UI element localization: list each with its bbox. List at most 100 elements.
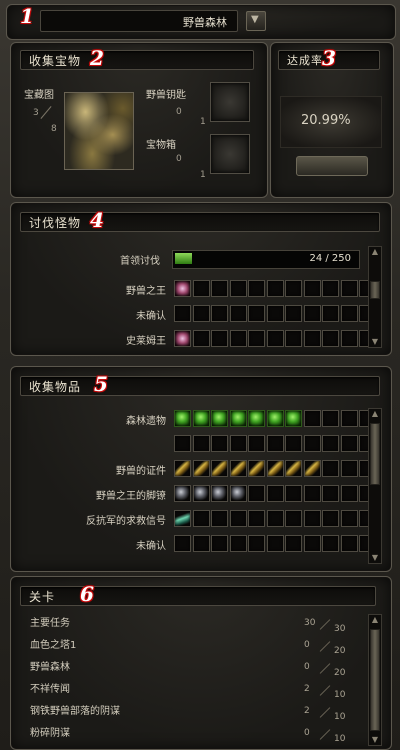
monster-slot[interactable] [285, 330, 302, 347]
monster-slot[interactable] [322, 305, 339, 322]
item-slot[interactable] [266, 510, 284, 527]
item-slot[interactable] [303, 410, 321, 427]
monster-slot[interactable] [340, 280, 358, 297]
scroll-up-icon[interactable]: ▲ [369, 615, 381, 625]
stage-label[interactable]: 血色之塔1 [30, 636, 76, 651]
monster-slot[interactable] [174, 280, 191, 297]
item-slot[interactable] [285, 410, 302, 427]
items-scroll-thumb[interactable] [370, 423, 380, 485]
location-select[interactable]: 野兽森林 [40, 10, 238, 32]
item-slot[interactable] [192, 410, 210, 427]
item-slot[interactable] [248, 410, 265, 427]
item-slot[interactable] [340, 410, 358, 427]
item-slot[interactable] [285, 535, 302, 552]
monster-slot[interactable] [229, 280, 247, 297]
monster-slot[interactable] [192, 330, 210, 347]
stage-label[interactable]: 不祥传闻 [30, 680, 70, 695]
item-slot[interactable] [192, 485, 210, 502]
item-slot[interactable] [174, 485, 191, 502]
monster-slot[interactable] [266, 280, 284, 297]
monster-slot[interactable] [248, 330, 265, 347]
item-slot[interactable] [211, 410, 228, 427]
scroll-down-icon[interactable]: ▼ [369, 337, 381, 347]
item-slot[interactable] [285, 510, 302, 527]
item-slot[interactable] [174, 510, 191, 527]
monster-slot[interactable] [285, 305, 302, 322]
scroll-down-icon[interactable]: ▼ [369, 735, 381, 745]
item-slot[interactable] [340, 435, 358, 452]
item-slot[interactable] [322, 460, 339, 477]
item-slot[interactable] [192, 535, 210, 552]
item-slot[interactable] [229, 535, 247, 552]
stage-label[interactable]: 钢铁野兽部落的阴谋 [30, 702, 120, 717]
item-slot[interactable] [248, 460, 265, 477]
item-slot[interactable] [285, 460, 302, 477]
item-slot[interactable] [340, 460, 358, 477]
monster-slot[interactable] [303, 280, 321, 297]
scroll-up-icon[interactable]: ▲ [369, 247, 381, 257]
item-slot[interactable] [192, 435, 210, 452]
item-slot[interactable] [229, 435, 247, 452]
monster-slot[interactable] [211, 305, 228, 322]
item-slot[interactable] [211, 535, 228, 552]
monster-slot[interactable] [229, 305, 247, 322]
stage-label[interactable]: 主要任务 [30, 614, 70, 629]
scroll-up-icon[interactable]: ▲ [369, 409, 381, 419]
item-slot[interactable] [174, 435, 191, 452]
items-scrollbar[interactable]: ▲ ▼ [368, 408, 382, 564]
item-slot[interactable] [285, 435, 302, 452]
hunt-scrollbar[interactable]: ▲ ▼ [368, 246, 382, 348]
monster-slot[interactable] [248, 280, 265, 297]
monster-slot[interactable] [340, 305, 358, 322]
scroll-down-icon[interactable]: ▼ [369, 553, 381, 563]
item-slot[interactable] [266, 410, 284, 427]
monster-slot[interactable] [211, 330, 228, 347]
beast-key-slot[interactable] [210, 82, 250, 122]
item-slot[interactable] [192, 460, 210, 477]
item-slot[interactable] [322, 435, 339, 452]
item-slot[interactable] [266, 535, 284, 552]
monster-slot[interactable] [248, 305, 265, 322]
item-slot[interactable] [229, 460, 247, 477]
item-slot[interactable] [248, 510, 265, 527]
monster-slot[interactable] [174, 305, 191, 322]
item-slot[interactable] [211, 485, 228, 502]
item-slot[interactable] [322, 535, 339, 552]
monster-slot[interactable] [303, 330, 321, 347]
monster-slot[interactable] [303, 305, 321, 322]
item-slot[interactable] [174, 535, 191, 552]
rate-button[interactable] [296, 156, 368, 176]
item-slot[interactable] [322, 410, 339, 427]
monster-slot[interactable] [285, 280, 302, 297]
item-slot[interactable] [340, 535, 358, 552]
item-slot[interactable] [303, 510, 321, 527]
item-slot[interactable] [266, 460, 284, 477]
stage-label[interactable]: 粉碎阴谋 [30, 724, 70, 739]
monster-slot[interactable] [192, 305, 210, 322]
location-dropdown-button[interactable]: ▼ [246, 11, 266, 31]
monster-slot[interactable] [211, 280, 228, 297]
monster-slot[interactable] [340, 330, 358, 347]
stages-scroll-thumb[interactable] [370, 629, 380, 731]
item-slot[interactable] [229, 410, 247, 427]
item-slot[interactable] [340, 510, 358, 527]
item-slot[interactable] [266, 485, 284, 502]
item-slot[interactable] [211, 510, 228, 527]
item-slot[interactable] [248, 485, 265, 502]
item-slot[interactable] [211, 435, 228, 452]
stages-scrollbar[interactable]: ▲ ▼ [368, 614, 382, 746]
item-slot[interactable] [248, 435, 265, 452]
item-slot[interactable] [211, 460, 228, 477]
item-slot[interactable] [285, 485, 302, 502]
item-slot[interactable] [229, 485, 247, 502]
item-slot[interactable] [303, 435, 321, 452]
item-slot[interactable] [340, 485, 358, 502]
item-slot[interactable] [303, 460, 321, 477]
item-slot[interactable] [322, 485, 339, 502]
monster-slot[interactable] [174, 330, 191, 347]
monster-slot[interactable] [266, 305, 284, 322]
item-slot[interactable] [229, 510, 247, 527]
item-slot[interactable] [248, 535, 265, 552]
monster-slot[interactable] [266, 330, 284, 347]
item-slot[interactable] [303, 485, 321, 502]
